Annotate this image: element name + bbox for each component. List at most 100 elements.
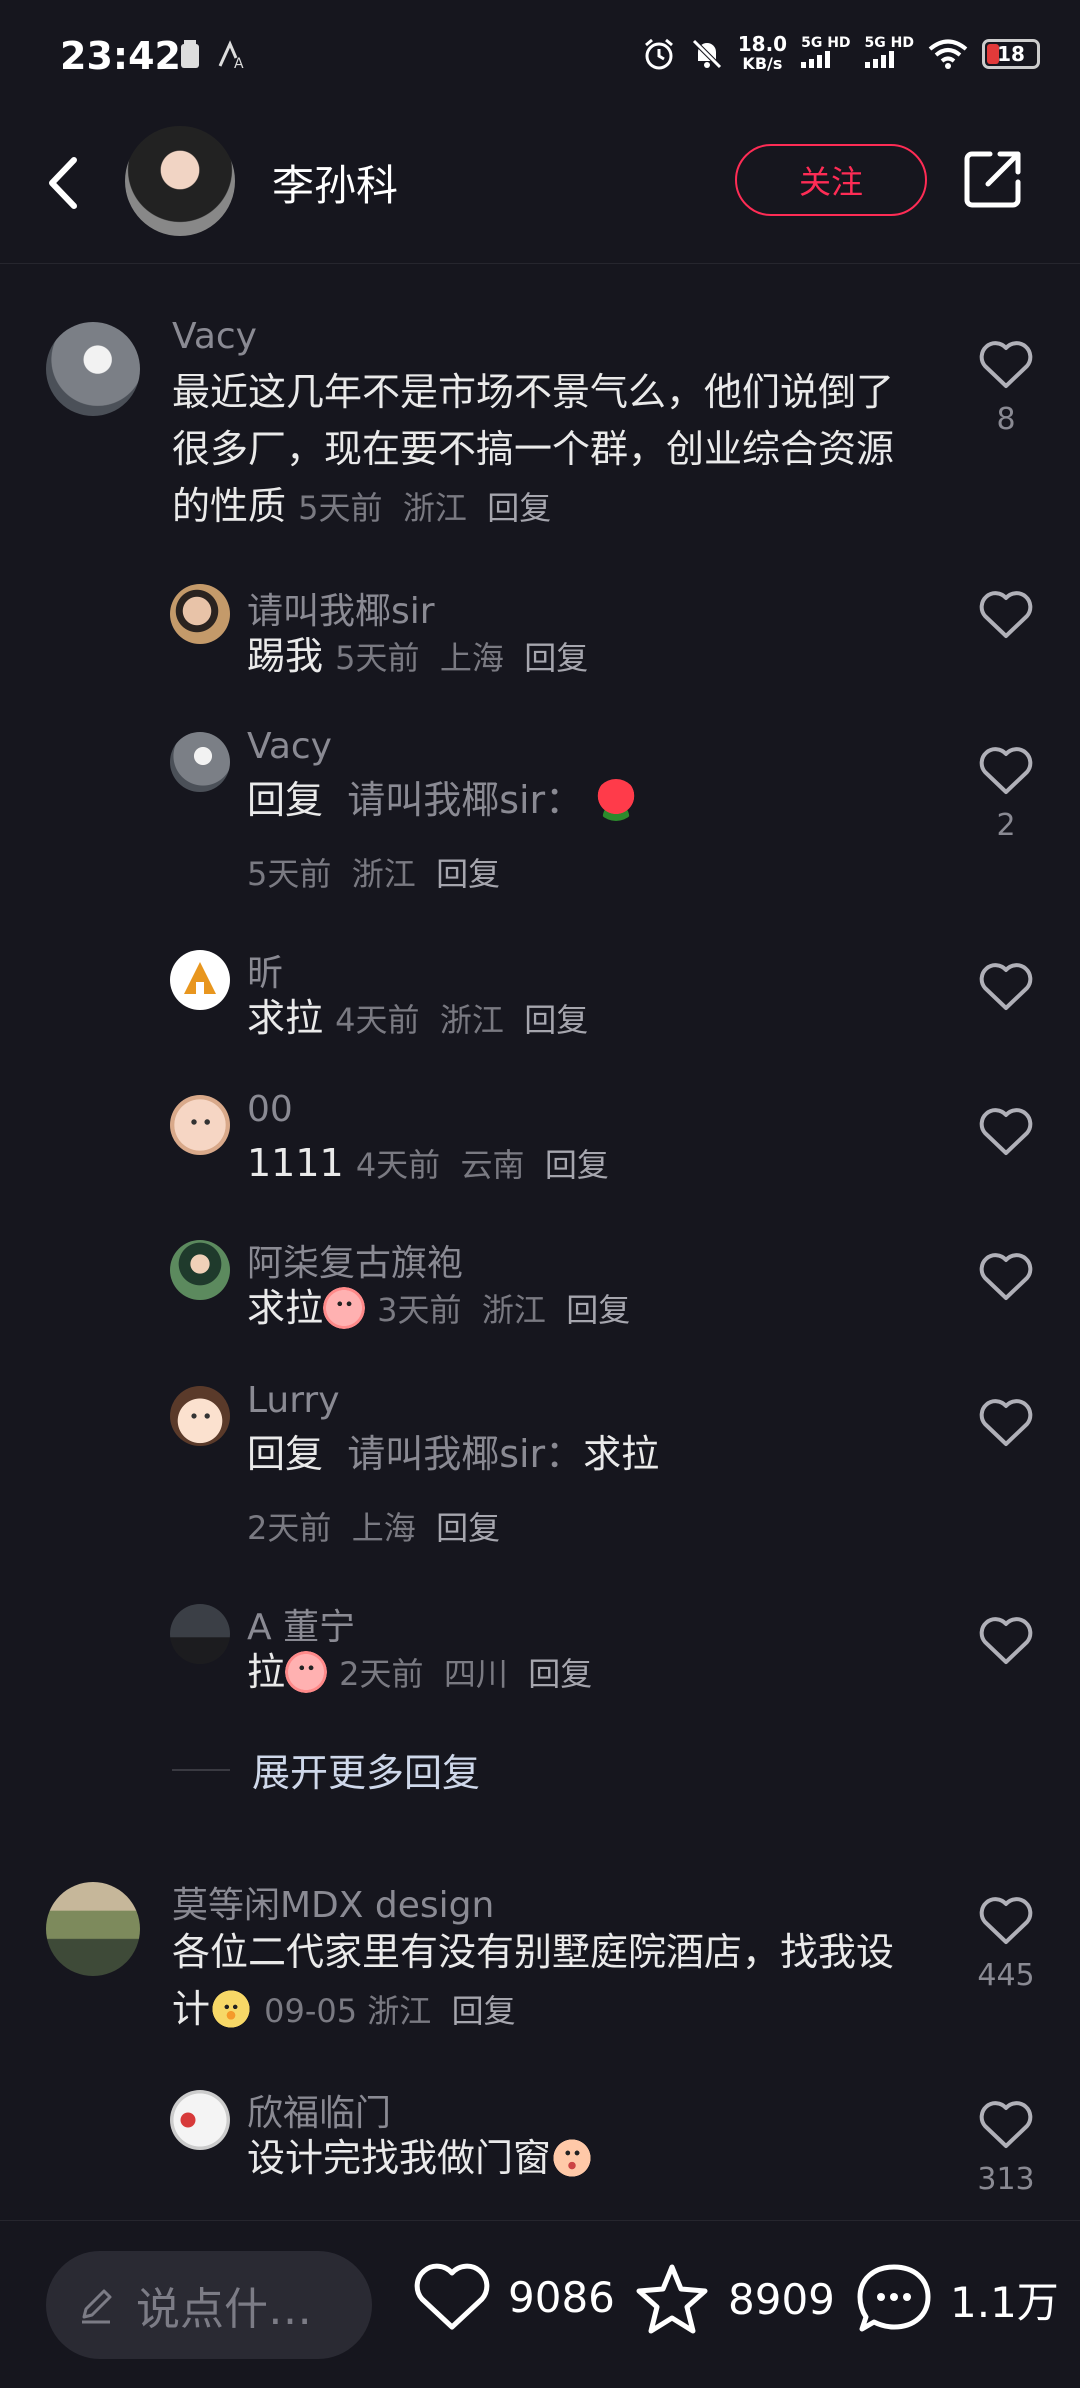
comment-username[interactable]: Vacy: [247, 726, 332, 767]
emoji-icon: [210, 1988, 253, 2030]
comment-location: 上海: [351, 1509, 416, 1547]
net-speed-unit: KB/s: [742, 54, 783, 73]
reply-button[interactable]: 回复: [487, 489, 551, 527]
comment-time: 5天前: [335, 639, 420, 677]
comment-count: 1.1万: [950, 2277, 1059, 2327]
comment-body: 求拉: [583, 1432, 660, 1476]
comment-time: 2天前: [339, 1655, 424, 1693]
comment-time: 5天前: [298, 489, 383, 527]
like-icon[interactable]: [977, 1250, 1035, 1302]
reply-button[interactable]: 回复: [566, 1291, 630, 1329]
like-count: 9086: [508, 2272, 615, 2322]
comment-username[interactable]: Lurry: [247, 1380, 340, 1421]
comment-location: 浙江: [439, 1001, 504, 1039]
comment-username[interactable]: A 董宁: [247, 1598, 355, 1650]
tent-logo-icon: [184, 962, 216, 994]
like-icon[interactable]: [977, 1894, 1035, 1946]
avatar[interactable]: [170, 950, 230, 1010]
comment-input-placeholder: 说点什…: [136, 2284, 312, 2335]
comments-button[interactable]: 1.1万: [854, 2261, 1059, 2337]
comment-location: 浙江: [351, 855, 416, 893]
reply-button[interactable]: 回复: [524, 1001, 588, 1039]
comment-text: 回复 请叫我椰sir：: [247, 772, 907, 829]
avatar[interactable]: [170, 584, 230, 644]
rose-emoji-icon: [595, 779, 638, 821]
comment-body: 求拉: [247, 1286, 324, 1330]
comment-text: 拉 2天前 四川 回复: [247, 1644, 907, 1703]
share-icon[interactable]: [962, 148, 1024, 210]
comment-body: 求拉: [247, 996, 324, 1040]
comment-list[interactable]: Vacy 最近这几年不是市场不景气么，他们说倒了很多厂，现在要不搞一个群，创业综…: [0, 264, 1080, 2220]
comment-username[interactable]: 欣福临门: [247, 2084, 391, 2136]
like-count: 445: [977, 1958, 1035, 1993]
author-name[interactable]: 李孙科: [272, 152, 398, 213]
comment-location: 浙江: [402, 489, 467, 527]
reply-button[interactable]: 回复: [452, 1992, 516, 2030]
avatar[interactable]: [170, 732, 230, 792]
heart-icon: [414, 2263, 490, 2330]
like-icon[interactable]: [977, 744, 1035, 796]
follow-button[interactable]: 关注: [735, 144, 927, 216]
avatar[interactable]: [170, 2090, 230, 2150]
emoji-icon: [323, 1287, 366, 1329]
bottom-action-bar: 说点什… 9086 8909 1.1万: [0, 2220, 1080, 2388]
comment-time: 09-05: [264, 1992, 358, 2030]
comment-text: 踢我 5天前 上海 回复: [247, 628, 907, 687]
like-icon[interactable]: [977, 1614, 1035, 1666]
comment-username[interactable]: 请叫我椰sir: [247, 582, 435, 634]
avatar[interactable]: [46, 1882, 140, 1976]
battery-level: 18: [997, 42, 1025, 66]
comment-text: 各位二代家里有没有别墅庭院酒店，找我设计 09-05 浙江 回复: [172, 1924, 912, 2040]
comment-username[interactable]: 00: [247, 1089, 293, 1130]
net-label-2: 5G HD: [864, 35, 914, 51]
signal-icon: [864, 51, 894, 68]
like-icon[interactable]: [977, 960, 1035, 1012]
reply-button[interactable]: 回复: [524, 639, 588, 677]
author-avatar[interactable]: [125, 126, 235, 236]
comment-username[interactable]: Vacy: [172, 316, 257, 357]
reply-prefix: 回复: [247, 778, 324, 822]
emoji-icon: [551, 2137, 594, 2179]
favorite-button[interactable]: 8909: [632, 2261, 835, 2337]
comment-username[interactable]: 阿柒复古旗袍: [247, 1234, 463, 1286]
status-bar: 23:42 A 18.0 KB/s 5G HD 5G HD 18: [0, 0, 1080, 118]
avatar[interactable]: [170, 1095, 230, 1155]
like-icon[interactable]: [977, 1105, 1035, 1157]
expand-replies-label: 展开更多回复: [252, 1751, 481, 1795]
comment-time: 5天前: [247, 855, 332, 893]
comment-body: 踢我: [247, 634, 324, 678]
like-icon[interactable]: [977, 588, 1035, 640]
comment-text: 最近这几年不是市场不景气么，他们说倒了很多厂，现在要不搞一个群，创业综合资源的性…: [172, 364, 912, 537]
like-icon[interactable]: [977, 338, 1035, 390]
star-icon: [636, 2264, 708, 2334]
like-count: 8: [996, 402, 1016, 437]
avatar[interactable]: [170, 1604, 230, 1664]
reply-to-user[interactable]: 请叫我椰sir：: [347, 778, 583, 822]
comment-username[interactable]: 昕: [247, 944, 283, 996]
reply-button[interactable]: 回复: [436, 1509, 500, 1547]
avatar[interactable]: [170, 1240, 230, 1300]
reply-button[interactable]: 回复: [528, 1655, 592, 1693]
avatar[interactable]: [170, 1386, 230, 1446]
comment-username[interactable]: 莫等闲MDX design: [172, 1876, 494, 1928]
comment-time: 2天前: [247, 1509, 332, 1547]
back-button[interactable]: [38, 148, 88, 218]
like-icon[interactable]: [977, 2098, 1035, 2150]
reply-button[interactable]: 回复: [436, 855, 500, 893]
comment-location: 云南: [460, 1146, 525, 1184]
reply-to-user[interactable]: 请叫我椰sir：: [347, 1432, 583, 1476]
comment-input[interactable]: 说点什…: [46, 2251, 372, 2359]
comment-location: 四川: [443, 1655, 508, 1693]
comment-bubble-icon: [857, 2264, 931, 2332]
sim-icon: [181, 40, 199, 68]
like-icon[interactable]: [977, 1396, 1035, 1448]
comment-text: 1111 4天前 云南 回复: [247, 1135, 907, 1194]
expand-replies-button[interactable]: 展开更多回复: [172, 1742, 572, 1797]
avatar[interactable]: [46, 322, 140, 416]
like-count: 2: [996, 808, 1016, 843]
comment-body: 拉: [247, 1650, 286, 1694]
reply-button[interactable]: 回复: [545, 1146, 609, 1184]
favorite-count: 8909: [728, 2274, 835, 2324]
like-button[interactable]: 9086: [412, 2261, 615, 2333]
comment-text: 求拉 3天前 浙江 回复: [247, 1280, 907, 1339]
